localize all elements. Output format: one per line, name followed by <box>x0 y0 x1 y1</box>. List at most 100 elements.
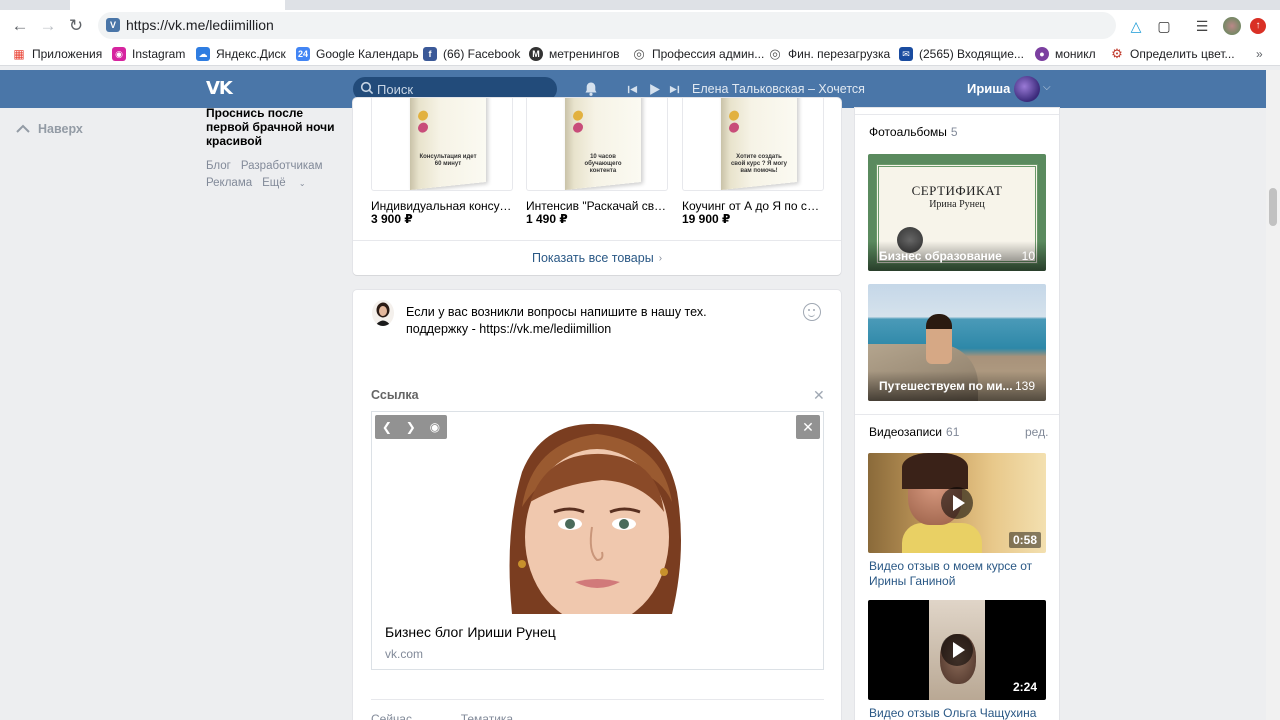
more-label: Ещё <box>262 177 286 189</box>
cube-extension-icon[interactable]: ▢ <box>1154 16 1174 36</box>
user-name[interactable]: Ириша <box>967 81 1010 96</box>
product-image[interactable]: 10 часов обучающего контента <box>526 98 668 191</box>
bookmark-google-calendar[interactable]: 24 Google Календарь <box>296 45 419 63</box>
ad-text[interactable]: Проснись после первой брачной ночи краси… <box>206 106 341 148</box>
certificate-name: Ирина Рунец <box>929 199 985 210</box>
chevron-up-icon <box>16 124 30 133</box>
bookmark-label: Профессия админ... <box>652 47 765 61</box>
product-box-text: Хотите создать свой курс ? Я могу вам по… <box>730 154 788 174</box>
videos-header[interactable]: Видеозаписи 61 <box>869 425 959 439</box>
album-count: 10 <box>1021 249 1035 263</box>
metreningov-icon: M <box>529 47 543 61</box>
back-icon[interactable]: ← <box>8 14 32 38</box>
video-title[interactable]: Видео отзыв Ольга Чащухина о <box>869 706 1045 720</box>
play-icon[interactable] <box>941 634 973 666</box>
bookmark-metreningov[interactable]: M метренингов <box>529 45 620 63</box>
album-item[interactable]: СЕРТИФИКАТ Ирина Рунец Бизнес образовани… <box>868 154 1046 271</box>
emoji-icon[interactable] <box>803 303 821 321</box>
user-avatar[interactable] <box>1014 76 1040 102</box>
chevron-right-icon[interactable]: ❯ <box>406 420 416 434</box>
post-composer: Если у вас возникли вопросы напишите в н… <box>353 290 841 720</box>
previous-track-icon[interactable] <box>622 79 642 99</box>
remove-link-icon[interactable]: ✕ <box>813 388 825 402</box>
media-control-icon[interactable]: ☰ <box>1192 16 1212 36</box>
update-icon[interactable]: ↑ <box>1248 16 1268 36</box>
play-icon[interactable] <box>941 487 973 519</box>
product-image[interactable]: Консультация идет 60 минут <box>371 98 513 191</box>
bookmark-label: моникл <box>1055 47 1096 61</box>
video-item[interactable]: 2:24 <box>868 600 1046 700</box>
topic-dropdown[interactable]: Тематика ⌄ <box>461 712 543 720</box>
chevron-down-icon[interactable]: ⌵ <box>1043 82 1051 93</box>
scroll-to-top-button[interactable]: Наверх <box>16 122 83 136</box>
profile-avatar[interactable] <box>1222 16 1242 36</box>
active-tab[interactable] <box>70 0 285 10</box>
album-item[interactable]: Путешествуем по ми... 139 <box>868 284 1046 401</box>
product-box-text: Консультация идет 60 минут <box>419 154 477 167</box>
play-icon[interactable] <box>644 79 664 99</box>
bookmark-fin-reload[interactable]: ◎ Фин. перезагрузка <box>768 45 890 63</box>
footer-link-more[interactable]: Ещё ⌄ <box>262 177 315 189</box>
footer-link-ads[interactable]: Реклама <box>206 177 252 189</box>
close-icon[interactable]: ✕ <box>796 415 820 439</box>
product-name[interactable]: Интенсив "Раскачай свой... <box>526 199 668 213</box>
next-track-icon[interactable] <box>664 79 684 99</box>
bookmark-label: Приложения <box>32 47 103 61</box>
target-icon: ◎ <box>633 46 645 61</box>
video-title[interactable]: Видео отзыв о моем курсе от Ирины Ганино… <box>869 559 1045 589</box>
triangle-extension-icon[interactable]: △ <box>1126 16 1146 36</box>
bookmark-facebook[interactable]: f (66) Facebook <box>423 45 520 63</box>
product-price: 3 900 ₽ <box>371 212 413 226</box>
address-bar[interactable]: V https://vk.me/lediimillion <box>98 12 1116 39</box>
album-title: Путешествуем по ми... <box>879 379 1013 393</box>
link-preview[interactable]: ❮ ❯ ◉ ✕ Бизнес блог Ириши Рунец vk.com <box>371 411 824 670</box>
bookmark-instagram[interactable]: ◉ Instagram <box>112 45 185 63</box>
footer-link-blog[interactable]: Блог <box>206 160 231 172</box>
show-all-label: Показать все товары <box>531 251 654 265</box>
image-controls: ❮ ❯ ◉ <box>375 415 447 439</box>
target-icon: ◎ <box>769 46 781 61</box>
reload-icon[interactable]: ↻ <box>64 14 88 38</box>
post-text[interactable]: Если у вас возникли вопросы напишите в н… <box>406 304 766 338</box>
camera-icon[interactable]: ◉ <box>430 420 440 434</box>
bookmark-inbox[interactable]: ✉ (2565) Входящие... <box>899 45 1024 63</box>
bookmark-yandex-disk[interactable]: ☁ Яндекс.Диск <box>196 45 286 63</box>
albums-count: 5 <box>950 125 958 139</box>
product-name[interactable]: Коучинг от А до Я по созданию <box>682 199 824 213</box>
product-image[interactable]: Хотите создать свой курс ? Я могу вам по… <box>682 98 824 191</box>
video-duration: 0:58 <box>1008 532 1041 548</box>
author-avatar[interactable] <box>372 300 394 326</box>
link-attachment-label: Ссылка <box>371 388 419 402</box>
url-text: https://vk.me/lediimillion <box>126 17 274 33</box>
video-item[interactable]: 0:58 <box>868 453 1046 553</box>
videos-label: Видеозаписи <box>869 425 943 439</box>
option-label: Тематика <box>460 712 514 720</box>
scrollbar-thumb[interactable] <box>1269 188 1277 226</box>
link-title[interactable]: Бизнес блог Ириши Рунец <box>385 624 556 640</box>
product-price: 1 490 ₽ <box>526 212 568 226</box>
vk-favicon-icon: V <box>106 18 120 32</box>
monikl-icon: ● <box>1035 47 1049 61</box>
bookmark-apps[interactable]: ▦ Приложения <box>12 45 102 63</box>
notifications-bell-icon[interactable] <box>581 79 601 99</box>
bookmark-profession-admin[interactable]: ◎ Профессия админ... <box>632 45 764 63</box>
bookmark-color-picker[interactable]: ⚙ Определить цвет... <box>1110 45 1234 63</box>
footer-link-developers[interactable]: Разработчикам <box>241 160 323 172</box>
now-playing-track[interactable]: Елена Тальковская – Хочется <box>692 82 865 96</box>
search-input[interactable] <box>377 80 547 98</box>
right-sidebar: Фотоальбомы 5 СЕРТИФИКАТ Ирина Рунец Бизн… <box>855 108 1059 720</box>
edit-videos-link[interactable]: ред. <box>1025 425 1048 439</box>
albums-header[interactable]: Фотоальбомы 5 <box>869 125 958 139</box>
product-name[interactable]: Индивидуальная консультация <box>371 199 513 213</box>
chevron-left-icon[interactable]: ❮ <box>382 420 392 434</box>
bookmarks-overflow-icon[interactable]: » <box>1256 45 1263 63</box>
certificate-title: СЕРТИФИКАТ <box>911 183 1003 198</box>
vk-logo[interactable]: VK <box>206 78 236 100</box>
publish-time-dropdown[interactable]: Сейчас ⌄ <box>371 712 441 720</box>
forward-icon[interactable]: → <box>36 14 60 38</box>
albums-label: Фотоальбомы <box>869 125 947 139</box>
show-all-products-link[interactable]: Показать все товары › <box>353 240 841 275</box>
divider <box>371 699 824 700</box>
bookmark-monikl[interactable]: ● моникл <box>1035 45 1096 63</box>
page-scrollbar[interactable] <box>1266 70 1280 720</box>
